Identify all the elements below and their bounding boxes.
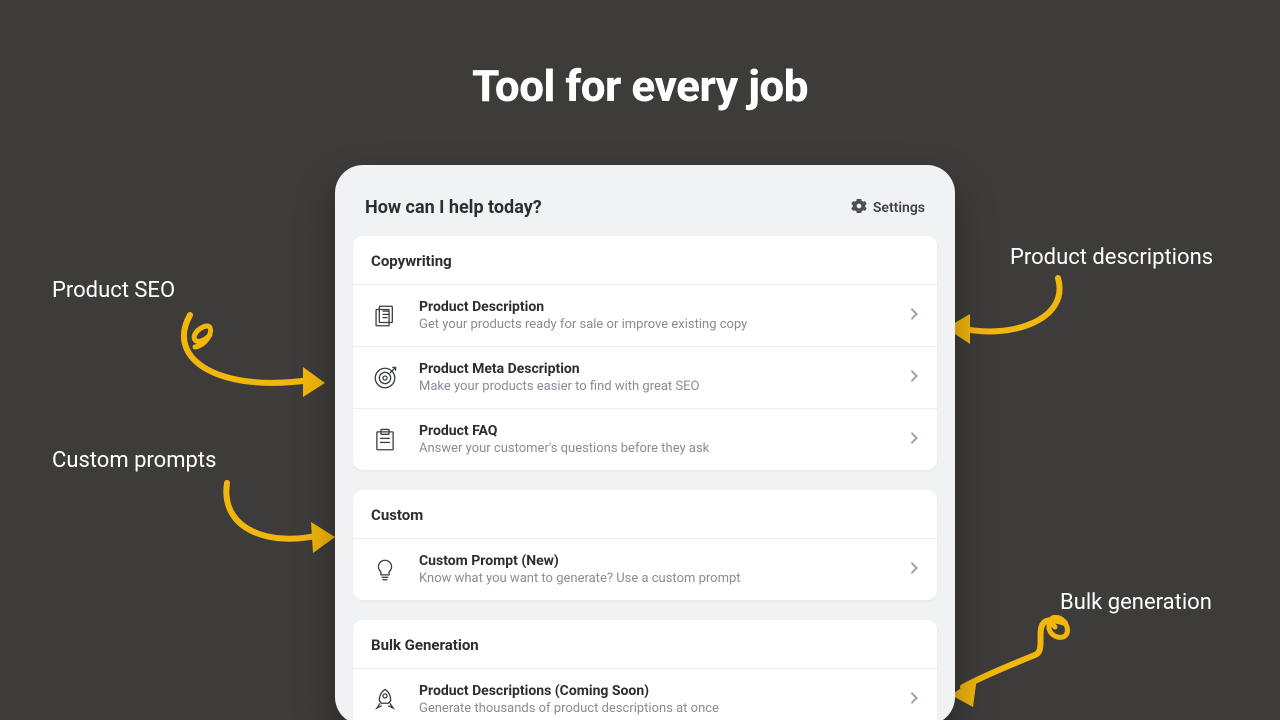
clipboard-icon <box>371 426 399 454</box>
arrow-icon <box>175 305 335 409</box>
row-subtitle: Get your products ready for sale or impr… <box>419 317 909 332</box>
row-product-description[interactable]: Product Description Get your products re… <box>353 285 937 347</box>
row-product-faq[interactable]: Product FAQ Answer your customer's quest… <box>353 409 937 470</box>
row-body: Product Meta Description Make your produ… <box>419 361 909 394</box>
row-title: Product FAQ <box>419 423 909 439</box>
row-body: Product FAQ Answer your customer's quest… <box>419 423 909 456</box>
row-custom-prompt[interactable]: Custom Prompt (New) Know what you want t… <box>353 539 937 600</box>
callout-bulk-generation: Bulk generation <box>1060 590 1212 615</box>
section-title: Custom <box>353 490 937 539</box>
row-product-meta-description[interactable]: Product Meta Description Make your produ… <box>353 347 937 409</box>
chevron-right-icon <box>909 559 919 580</box>
target-icon <box>371 364 399 392</box>
row-title: Product Descriptions (Coming Soon) <box>419 683 909 699</box>
arrow-icon <box>940 270 1070 364</box>
callout-product-descriptions: Product descriptions <box>1010 245 1213 270</box>
card-header: How can I help today? Settings <box>353 197 937 236</box>
rocket-icon <box>371 686 399 714</box>
row-bulk-product-descriptions[interactable]: Product Descriptions (Coming Soon) Gener… <box>353 669 937 720</box>
row-body: Product Description Get your products re… <box>419 299 909 332</box>
chevron-right-icon <box>909 305 919 326</box>
row-subtitle: Know what you want to generate? Use a cu… <box>419 571 909 586</box>
section-custom: Custom Custom Prompt (New) Know what you… <box>353 490 937 600</box>
callout-product-seo: Product SEO <box>52 278 175 303</box>
callout-custom-prompts: Custom prompts <box>52 448 216 473</box>
row-subtitle: Answer your customer's questions before … <box>419 441 909 456</box>
lightbulb-icon <box>371 556 399 584</box>
settings-label: Settings <box>873 200 925 216</box>
section-copywriting: Copywriting Product Description Get your… <box>353 236 937 470</box>
settings-button[interactable]: Settings <box>851 198 925 218</box>
gear-icon <box>851 198 867 218</box>
documents-icon <box>371 302 399 330</box>
row-title: Product Description <box>419 299 909 315</box>
section-bulk: Bulk Generation Product Descriptions (Co… <box>353 620 937 720</box>
row-body: Custom Prompt (New) Know what you want t… <box>419 553 909 586</box>
chevron-right-icon <box>909 429 919 450</box>
row-title: Product Meta Description <box>419 361 909 377</box>
app-card: How can I help today? Settings Copywriti… <box>335 165 955 720</box>
row-subtitle: Generate thousands of product descriptio… <box>419 701 909 716</box>
arrow-icon <box>945 615 1085 719</box>
row-title: Custom Prompt (New) <box>419 553 909 569</box>
section-title: Bulk Generation <box>353 620 937 669</box>
row-subtitle: Make your products easier to find with g… <box>419 379 909 394</box>
hero-title: Tool for every job <box>0 60 1280 112</box>
arrow-icon <box>215 475 345 569</box>
section-title: Copywriting <box>353 236 937 285</box>
card-title: How can I help today? <box>365 197 542 218</box>
chevron-right-icon <box>909 367 919 388</box>
chevron-right-icon <box>909 689 919 710</box>
row-body: Product Descriptions (Coming Soon) Gener… <box>419 683 909 716</box>
